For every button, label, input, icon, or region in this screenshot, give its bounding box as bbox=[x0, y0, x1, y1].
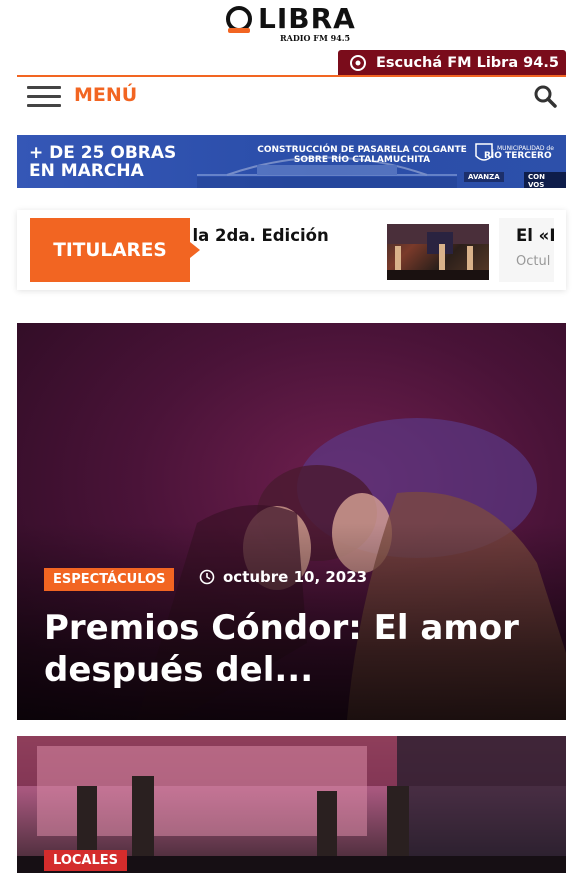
banner-tag-con-vos: CON VOS bbox=[524, 172, 566, 188]
logo-subtitle: RADIO FM 94.5 bbox=[280, 33, 351, 43]
headlines-ticker: TITULARES n la 2da. Edición El «I Octul bbox=[17, 210, 566, 290]
article-card[interactable]: LOCALES bbox=[17, 736, 566, 873]
logo-text: LIBRA bbox=[258, 2, 356, 35]
category-badge[interactable]: ESPECTÁCULOS bbox=[44, 568, 175, 591]
banner-caption: CONSTRUCCIÓN DE PASARELA COLGANTE SOBRE … bbox=[257, 145, 467, 165]
listen-live-button[interactable]: Escuchá FM Libra 94.5 bbox=[338, 50, 566, 76]
article-date-text: octubre 10, 2023 bbox=[223, 568, 368, 586]
banner-municipality: RÍO TERCERO bbox=[484, 151, 552, 161]
banner-headline-1: + DE 25 OBRAS bbox=[29, 143, 177, 163]
ticker-label: TITULARES bbox=[30, 218, 200, 282]
site-logo[interactable]: LIBRA RADIO FM 94.5 bbox=[222, 2, 362, 44]
article-date: octubre 10, 2023 bbox=[199, 568, 367, 586]
featured-article-card[interactable]: ESPECTÁCULOS octubre 10, 2023 Premios Có… bbox=[17, 323, 566, 720]
menu-label[interactable]: MENÚ bbox=[74, 84, 137, 106]
clock-icon bbox=[199, 569, 215, 585]
ad-banner[interactable]: + DE 25 OBRAS EN MARCHA CONSTRUCCIÓN DE … bbox=[17, 135, 566, 188]
ticker-headline[interactable]: El «I bbox=[516, 226, 555, 245]
banner-tag-avanza: AVANZA bbox=[464, 172, 504, 182]
hamburger-menu-icon[interactable] bbox=[27, 84, 61, 108]
radio-logo-icon bbox=[226, 6, 252, 33]
listen-live-label: Escuchá FM Libra 94.5 bbox=[376, 55, 559, 71]
concert-thumbnail-image bbox=[387, 224, 489, 280]
ticker-thumbnail[interactable] bbox=[387, 224, 489, 280]
radio-broadcast-icon bbox=[350, 55, 366, 71]
article-title[interactable]: Premios Cóndor: El amor después del... bbox=[44, 607, 544, 691]
ticker-edge bbox=[554, 210, 566, 290]
search-icon[interactable] bbox=[533, 84, 559, 108]
banner-headline-2: EN MARCHA bbox=[29, 161, 144, 181]
category-badge[interactable]: LOCALES bbox=[44, 850, 127, 871]
nav-divider bbox=[17, 75, 566, 77]
ticker-date: Octul bbox=[516, 254, 551, 269]
